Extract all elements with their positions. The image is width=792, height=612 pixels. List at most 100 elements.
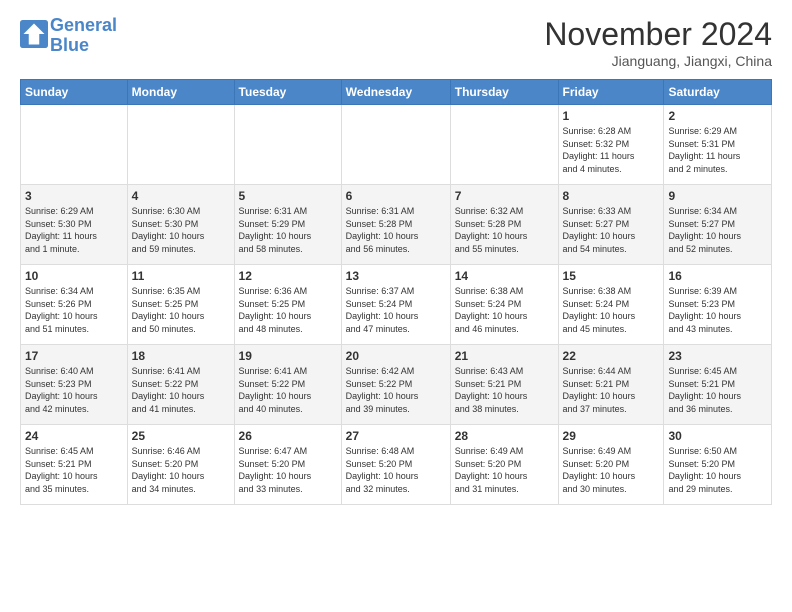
calendar-day: 18 Sunrise: 6:41 AM Sunset: 5:22 PM Dayli… — [127, 345, 234, 425]
day-info: Sunrise: 6:48 AM Sunset: 5:20 PM Dayligh… — [346, 445, 446, 495]
day-number: 26 — [239, 429, 337, 443]
calendar-day: 27Sunrise: 6:48 AM Sunset: 5:20 PM Dayli… — [341, 425, 450, 505]
calendar-day: 4 Sunrise: 6:30 AM Sunset: 5:30 PM Daylig… — [127, 185, 234, 265]
day-number: 3 — [25, 189, 123, 203]
logo: General Blue — [20, 16, 117, 56]
day-number: 25 — [132, 429, 230, 443]
calendar-day — [341, 105, 450, 185]
month-title: November 2024 — [544, 16, 772, 53]
day-info: Sunrise: 6:33 AM Sunset: 5:27 PM Dayligh… — [563, 205, 660, 255]
weekday-header: Saturday — [664, 80, 772, 105]
calendar-body: 1 Sunrise: 6:28 AM Sunset: 5:32 PM Daylig… — [21, 105, 772, 505]
calendar-day: 8 Sunrise: 6:33 AM Sunset: 5:27 PM Daylig… — [558, 185, 664, 265]
day-info: Sunrise: 6:35 AM Sunset: 5:25 PM Dayligh… — [132, 285, 230, 335]
calendar-day: 3Sunrise: 6:29 AM Sunset: 5:30 PM Daylig… — [21, 185, 128, 265]
logo-icon — [20, 20, 48, 48]
day-number: 22 — [563, 349, 660, 363]
day-info: Sunrise: 6:50 AM Sunset: 5:20 PM Dayligh… — [668, 445, 767, 495]
day-info: Sunrise: 6:38 AM Sunset: 5:24 PM Dayligh… — [455, 285, 554, 335]
calendar-day: 17Sunrise: 6:40 AM Sunset: 5:23 PM Dayli… — [21, 345, 128, 425]
day-info: Sunrise: 6:28 AM Sunset: 5:32 PM Dayligh… — [563, 125, 660, 175]
calendar-week: 24 Sunrise: 6:45 AM Sunset: 5:21 PM Dayli… — [21, 425, 772, 505]
day-info: Sunrise: 6:45 AM Sunset: 5:21 PM Dayligh… — [25, 445, 123, 495]
calendar-day: 28 Sunrise: 6:49 AM Sunset: 5:20 PM Dayli… — [450, 425, 558, 505]
calendar-day: 26 Sunrise: 6:47 AM Sunset: 5:20 PM Dayli… — [234, 425, 341, 505]
day-number: 30 — [668, 429, 767, 443]
day-info: Sunrise: 6:29 AM Sunset: 5:31 PM Dayligh… — [668, 125, 767, 175]
calendar-day: 12Sunrise: 6:36 AM Sunset: 5:25 PM Dayli… — [234, 265, 341, 345]
calendar-day: 20 Sunrise: 6:42 AM Sunset: 5:22 PM Dayli… — [341, 345, 450, 425]
calendar-day: 23 Sunrise: 6:45 AM Sunset: 5:21 PM Dayli… — [664, 345, 772, 425]
day-info: Sunrise: 6:34 AM Sunset: 5:26 PM Dayligh… — [25, 285, 123, 335]
day-number: 19 — [239, 349, 337, 363]
day-info: Sunrise: 6:49 AM Sunset: 5:20 PM Dayligh… — [455, 445, 554, 495]
day-info: Sunrise: 6:47 AM Sunset: 5:20 PM Dayligh… — [239, 445, 337, 495]
calendar-table: SundayMondayTuesdayWednesdayThursdayFrid… — [20, 79, 772, 505]
weekday-header: Friday — [558, 80, 664, 105]
day-number: 8 — [563, 189, 660, 203]
day-number: 4 — [132, 189, 230, 203]
day-number: 29 — [563, 429, 660, 443]
page: General Blue November 2024 Jianguang, Ji… — [0, 0, 792, 521]
day-info: Sunrise: 6:31 AM Sunset: 5:29 PM Dayligh… — [239, 205, 337, 255]
header-row: SundayMondayTuesdayWednesdayThursdayFrid… — [21, 80, 772, 105]
calendar-week: 3Sunrise: 6:29 AM Sunset: 5:30 PM Daylig… — [21, 185, 772, 265]
calendar-day: 22 Sunrise: 6:44 AM Sunset: 5:21 PM Dayli… — [558, 345, 664, 425]
calendar-day — [127, 105, 234, 185]
weekday-header: Monday — [127, 80, 234, 105]
calendar-day: 19Sunrise: 6:41 AM Sunset: 5:22 PM Dayli… — [234, 345, 341, 425]
day-info: Sunrise: 6:36 AM Sunset: 5:25 PM Dayligh… — [239, 285, 337, 335]
day-info: Sunrise: 6:31 AM Sunset: 5:28 PM Dayligh… — [346, 205, 446, 255]
calendar-day: 5 Sunrise: 6:31 AM Sunset: 5:29 PM Daylig… — [234, 185, 341, 265]
day-info: Sunrise: 6:43 AM Sunset: 5:21 PM Dayligh… — [455, 365, 554, 415]
day-info: Sunrise: 6:44 AM Sunset: 5:21 PM Dayligh… — [563, 365, 660, 415]
calendar-day: 9Sunrise: 6:34 AM Sunset: 5:27 PM Daylig… — [664, 185, 772, 265]
day-number: 28 — [455, 429, 554, 443]
day-number: 6 — [346, 189, 446, 203]
calendar-day: 7 Sunrise: 6:32 AM Sunset: 5:28 PM Daylig… — [450, 185, 558, 265]
day-number: 11 — [132, 269, 230, 283]
day-number: 24 — [25, 429, 123, 443]
day-number: 1 — [563, 109, 660, 123]
calendar-day: 25Sunrise: 6:46 AM Sunset: 5:20 PM Dayli… — [127, 425, 234, 505]
calendar-week: 10 Sunrise: 6:34 AM Sunset: 5:26 PM Dayli… — [21, 265, 772, 345]
day-info: Sunrise: 6:32 AM Sunset: 5:28 PM Dayligh… — [455, 205, 554, 255]
day-info: Sunrise: 6:37 AM Sunset: 5:24 PM Dayligh… — [346, 285, 446, 335]
day-number: 18 — [132, 349, 230, 363]
day-info: Sunrise: 6:34 AM Sunset: 5:27 PM Dayligh… — [668, 205, 767, 255]
day-number: 17 — [25, 349, 123, 363]
header: General Blue November 2024 Jianguang, Ji… — [20, 16, 772, 69]
day-number: 20 — [346, 349, 446, 363]
calendar-header: SundayMondayTuesdayWednesdayThursdayFrid… — [21, 80, 772, 105]
day-info: Sunrise: 6:42 AM Sunset: 5:22 PM Dayligh… — [346, 365, 446, 415]
weekday-header: Wednesday — [341, 80, 450, 105]
day-info: Sunrise: 6:45 AM Sunset: 5:21 PM Dayligh… — [668, 365, 767, 415]
calendar-day: 10 Sunrise: 6:34 AM Sunset: 5:26 PM Dayli… — [21, 265, 128, 345]
location: Jianguang, Jiangxi, China — [544, 53, 772, 69]
calendar-day — [450, 105, 558, 185]
day-number: 10 — [25, 269, 123, 283]
calendar-day: 6 Sunrise: 6:31 AM Sunset: 5:28 PM Daylig… — [341, 185, 450, 265]
day-info: Sunrise: 6:49 AM Sunset: 5:20 PM Dayligh… — [563, 445, 660, 495]
weekday-header: Sunday — [21, 80, 128, 105]
weekday-header: Thursday — [450, 80, 558, 105]
title-block: November 2024 Jianguang, Jiangxi, China — [544, 16, 772, 69]
day-info: Sunrise: 6:30 AM Sunset: 5:30 PM Dayligh… — [132, 205, 230, 255]
day-number: 23 — [668, 349, 767, 363]
logo-line1: General — [50, 15, 117, 35]
logo-text: General Blue — [50, 16, 117, 56]
day-number: 7 — [455, 189, 554, 203]
day-number: 16 — [668, 269, 767, 283]
calendar-day: 16 Sunrise: 6:39 AM Sunset: 5:23 PM Dayli… — [664, 265, 772, 345]
calendar-day: 24 Sunrise: 6:45 AM Sunset: 5:21 PM Dayli… — [21, 425, 128, 505]
calendar-day — [234, 105, 341, 185]
day-number: 5 — [239, 189, 337, 203]
calendar-day — [21, 105, 128, 185]
day-info: Sunrise: 6:41 AM Sunset: 5:22 PM Dayligh… — [132, 365, 230, 415]
calendar-day: 30 Sunrise: 6:50 AM Sunset: 5:20 PM Dayli… — [664, 425, 772, 505]
day-info: Sunrise: 6:39 AM Sunset: 5:23 PM Dayligh… — [668, 285, 767, 335]
calendar-day: 11 Sunrise: 6:35 AM Sunset: 5:25 PM Dayli… — [127, 265, 234, 345]
calendar-day: 29 Sunrise: 6:49 AM Sunset: 5:20 PM Dayli… — [558, 425, 664, 505]
day-number: 21 — [455, 349, 554, 363]
logo-line2: Blue — [50, 36, 117, 56]
